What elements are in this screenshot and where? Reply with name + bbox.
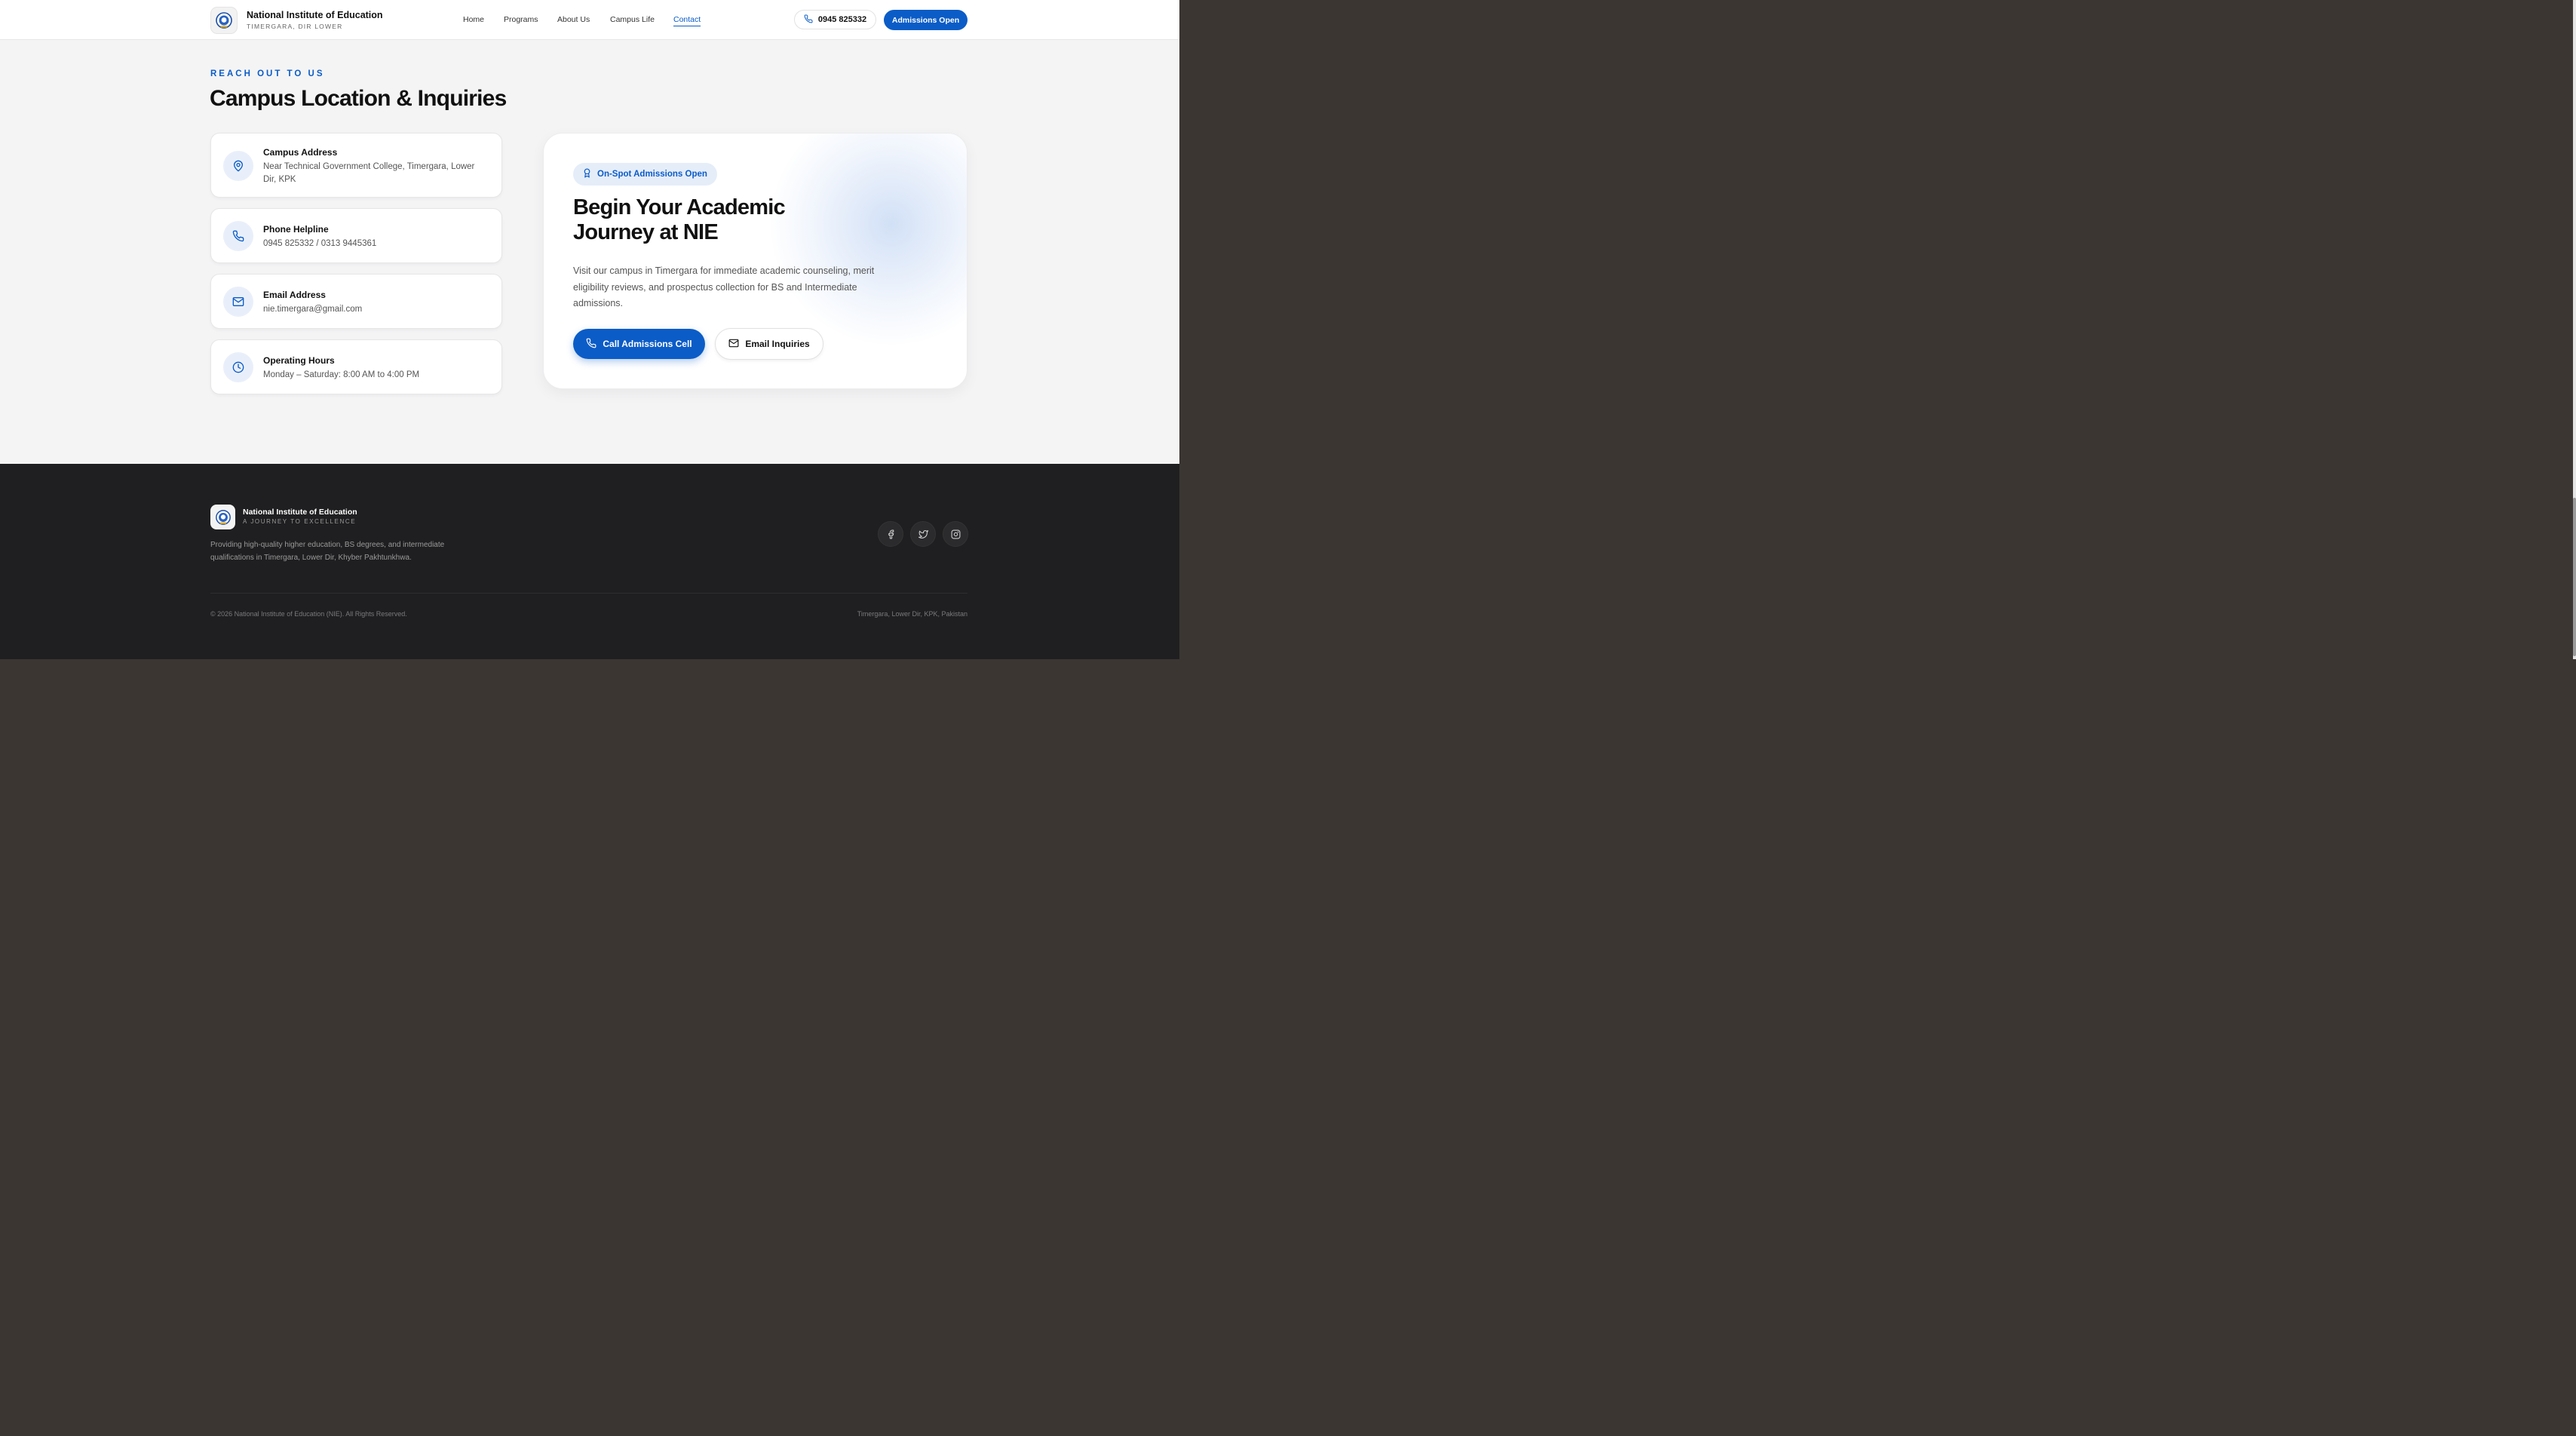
twitter-icon[interactable] bbox=[910, 521, 936, 547]
nav-about-us[interactable]: About Us bbox=[557, 15, 590, 24]
footer-brand-name: National Institute of Education bbox=[243, 508, 357, 517]
facebook-icon[interactable] bbox=[878, 521, 903, 547]
call-admissions-button[interactable]: Call Admissions Cell bbox=[573, 329, 705, 359]
brand-location: TIMERGARA, DIR LOWER bbox=[247, 23, 343, 30]
instagram-icon[interactable] bbox=[943, 521, 968, 547]
address-text: Near Technical Government College, Timer… bbox=[263, 162, 475, 184]
admissions-open-button[interactable]: Admissions Open bbox=[884, 10, 968, 30]
address-card: Campus Address Near Technical Government… bbox=[210, 133, 502, 198]
copyright-text: © 2026 National Institute of Education (… bbox=[210, 610, 407, 618]
nav-campus-life[interactable]: Campus Life bbox=[610, 15, 655, 24]
email-card: Email Address nie.timergara@gmail.com bbox=[210, 274, 502, 329]
badge-label: On-Spot Admissions Open bbox=[597, 170, 707, 179]
header-phone-link[interactable]: 0945 825332 bbox=[794, 10, 876, 29]
clock-icon bbox=[223, 352, 253, 382]
hours-title: Operating Hours bbox=[263, 355, 335, 366]
admissions-badge: On-Spot Admissions Open bbox=[573, 163, 717, 186]
nav-home[interactable]: Home bbox=[463, 15, 484, 24]
scrollbar-thumb[interactable] bbox=[2573, 498, 2576, 656]
map-pin-icon bbox=[223, 151, 253, 181]
page: National Institute of Education TIMERGAR… bbox=[0, 0, 1179, 659]
phone-icon bbox=[223, 221, 253, 251]
header-phone-number: 0945 825332 bbox=[817, 15, 867, 24]
nav-contact[interactable]: Contact bbox=[673, 15, 701, 26]
admissions-cta-card: On-Spot Admissions Open Begin Your Acade… bbox=[543, 133, 968, 389]
mail-icon bbox=[223, 287, 253, 317]
site-footer: National Institute of Education A JOURNE… bbox=[0, 464, 1179, 659]
email-title: Email Address bbox=[263, 290, 326, 300]
email-inquiries-button[interactable]: Email Inquiries bbox=[715, 328, 823, 360]
section-eyebrow: REACH OUT TO US bbox=[210, 69, 325, 78]
hours-text: Monday – Saturday: 8:00 AM to 4:00 PM bbox=[263, 370, 420, 379]
email-button-label: Email Inquiries bbox=[745, 339, 810, 349]
award-icon bbox=[582, 168, 592, 180]
cta-title: Begin Your Academic Journey at NIE bbox=[573, 195, 786, 244]
phone-text[interactable]: 0945 825332 / 0313 9445361 bbox=[263, 238, 489, 250]
footer-tagline: A JOURNEY TO EXCELLENCE bbox=[243, 518, 357, 525]
site-header: National Institute of Education TIMERGAR… bbox=[0, 0, 1179, 40]
phone-title: Phone Helpline bbox=[263, 224, 329, 235]
footer-description: Providing high-quality higher education,… bbox=[210, 541, 445, 562]
scrollbar[interactable] bbox=[2573, 0, 2576, 659]
footer-location: Timergara, Lower Dir, KPK, Pakistan bbox=[857, 610, 968, 618]
footer-divider bbox=[210, 593, 968, 594]
phone-icon bbox=[804, 14, 813, 26]
address-title: Campus Address bbox=[263, 147, 338, 158]
phone-icon bbox=[586, 338, 596, 351]
hours-card: Operating Hours Monday – Saturday: 8:00 … bbox=[210, 339, 502, 394]
nav-programs[interactable]: Programs bbox=[504, 15, 538, 24]
section-title: Campus Location & Inquiries bbox=[210, 86, 507, 111]
mail-icon bbox=[728, 338, 739, 351]
cta-description: Visit our campus in Timergara for immedi… bbox=[573, 265, 875, 308]
email-text[interactable]: nie.timergara@gmail.com bbox=[263, 303, 489, 316]
institute-logo[interactable] bbox=[210, 7, 238, 34]
footer-logo[interactable] bbox=[210, 505, 235, 529]
phone-card: Phone Helpline 0945 825332 / 0313 944536… bbox=[210, 208, 502, 263]
call-button-label: Call Admissions Cell bbox=[603, 339, 692, 349]
brand-name[interactable]: National Institute of Education bbox=[247, 10, 383, 20]
